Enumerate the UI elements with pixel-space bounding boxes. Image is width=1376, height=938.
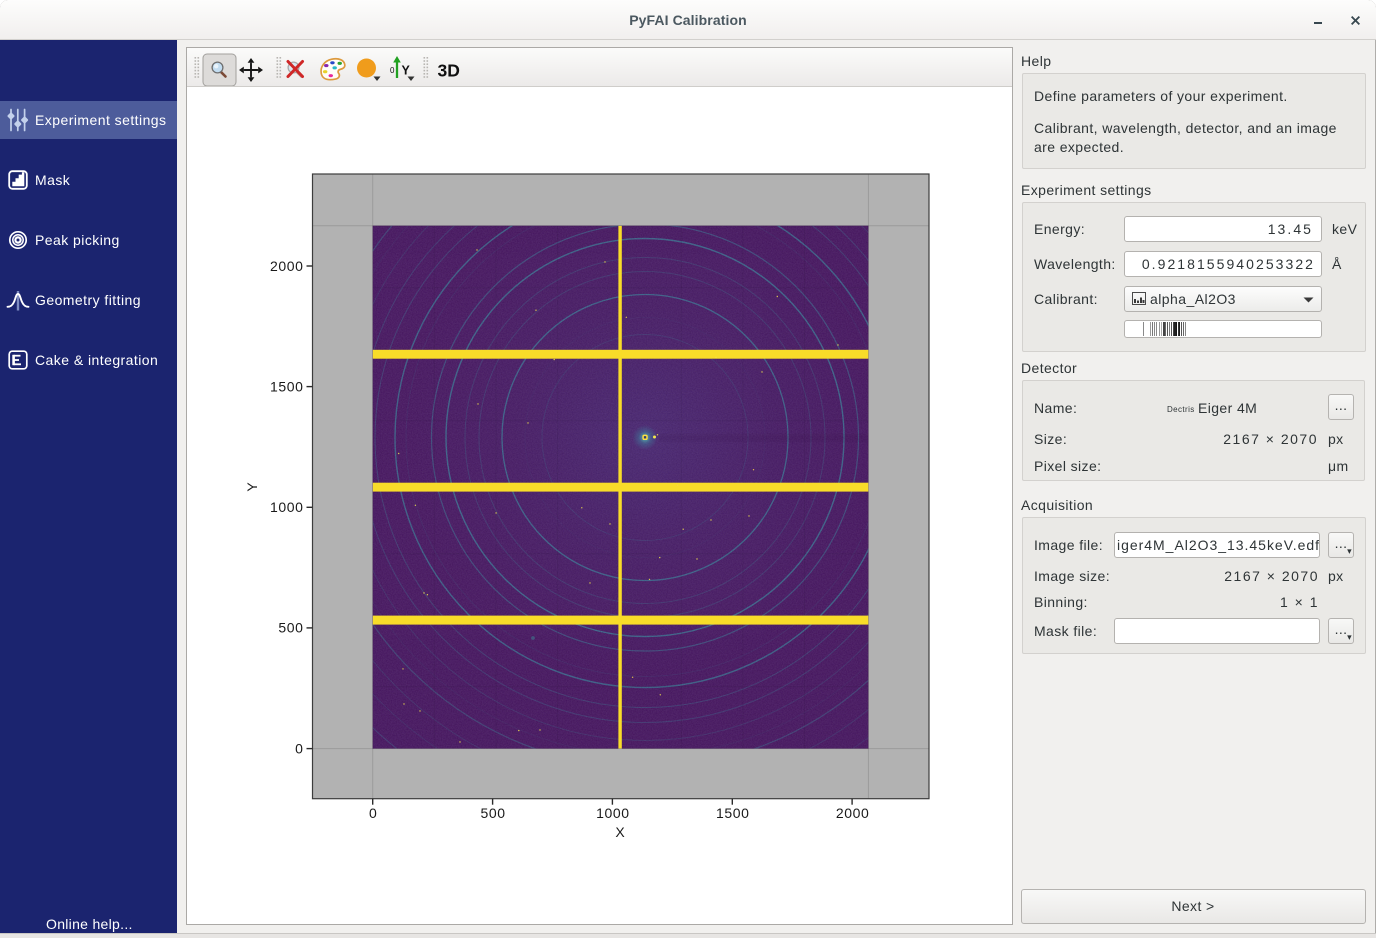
svg-text:Y: Y bbox=[402, 64, 411, 78]
svg-text:3D: 3D bbox=[438, 61, 460, 81]
svg-text:500: 500 bbox=[481, 805, 506, 821]
svg-text:0: 0 bbox=[369, 805, 377, 821]
svg-text:0: 0 bbox=[390, 66, 395, 75]
svg-text:1000: 1000 bbox=[596, 805, 630, 821]
svg-text:2000: 2000 bbox=[270, 258, 304, 274]
svg-text:1500: 1500 bbox=[716, 805, 750, 821]
svg-text:0: 0 bbox=[295, 740, 303, 756]
svg-text:500: 500 bbox=[278, 620, 303, 636]
svg-text:2000: 2000 bbox=[836, 805, 870, 821]
svg-text:1000: 1000 bbox=[270, 499, 304, 515]
svg-text:1500: 1500 bbox=[270, 378, 304, 394]
svg-text:X: X bbox=[615, 824, 625, 840]
svg-text:Y: Y bbox=[244, 482, 260, 492]
